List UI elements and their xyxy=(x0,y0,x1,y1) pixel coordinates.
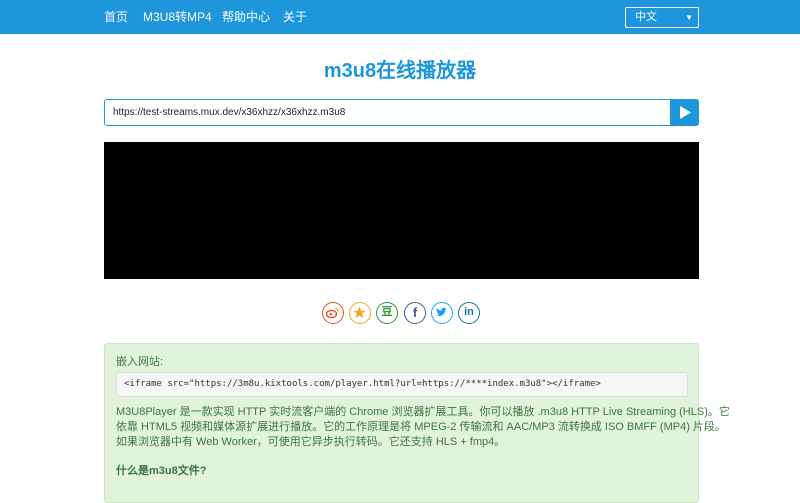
description: M3U8Player 是一款实现 HTTP 实时流客户端的 Chrome 浏览器… xyxy=(116,405,730,450)
twitter-icon[interactable] xyxy=(431,302,453,324)
nav-help-center[interactable]: 帮助中心 xyxy=(222,0,270,34)
play-button[interactable] xyxy=(671,99,699,126)
embed-label: 嵌入网站: xyxy=(116,356,164,368)
facebook-icon[interactable]: f xyxy=(404,302,426,324)
video-player[interactable] xyxy=(104,142,699,279)
m3u8-url-input[interactable]: https://test-streams.mux.dev/x36xhzz/x36… xyxy=(104,99,671,126)
nav-about[interactable]: 关于 xyxy=(283,0,307,34)
facebook-glyph: f xyxy=(412,305,418,320)
linkedin-glyph: in xyxy=(464,306,474,318)
top-navbar: 首页 M3U8转MP4 帮助中心 关于 中文 ▼ xyxy=(0,0,800,34)
douban-glyph: 豆 xyxy=(381,306,393,318)
bird-glyph xyxy=(436,307,447,317)
qzone-icon[interactable] xyxy=(349,302,371,324)
chevron-down-icon: ▼ xyxy=(685,13,693,22)
linkedin-icon[interactable]: in xyxy=(458,302,480,324)
douban-icon[interactable]: 豆 xyxy=(376,302,398,324)
weibo-icon[interactable] xyxy=(322,302,344,324)
language-select[interactable]: 中文 ▼ xyxy=(625,7,699,28)
nav-home[interactable]: 首页 xyxy=(104,0,128,34)
description-line: 如果浏览器中有 Web Worker，可使用它异步执行转码。它还支持 HLS +… xyxy=(116,436,506,448)
language-select-value: 中文 xyxy=(635,11,657,23)
description-line: 依靠 HTML5 视频和媒体源扩展进行播放。它的工作原理是将 MPEG-2 传输… xyxy=(116,421,726,433)
description-line: M3U8Player 是一款实现 HTTP 实时流客户端的 Chrome 浏览器… xyxy=(116,406,730,418)
faq-heading: 什么是m3u8文件? xyxy=(116,465,207,477)
star-glyph xyxy=(353,306,366,318)
weibo-glyph xyxy=(325,307,339,319)
page-title: m3u8在线播放器 xyxy=(323,60,477,82)
embed-code[interactable]: <iframe src="https://3m8u.kixtools.com/p… xyxy=(116,372,688,397)
nav-m3u8-to-mp4[interactable]: M3U8转MP4 xyxy=(143,0,212,34)
play-icon xyxy=(680,106,691,119)
